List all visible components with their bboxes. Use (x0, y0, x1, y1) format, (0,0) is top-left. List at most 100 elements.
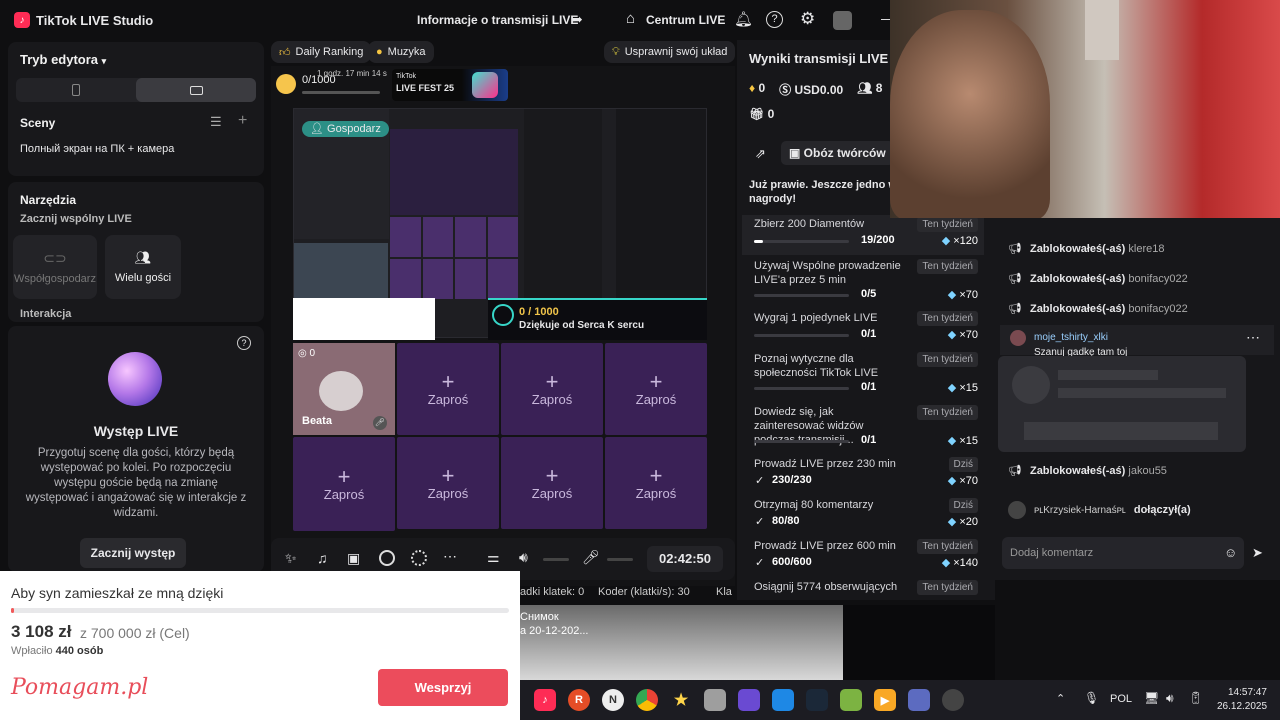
gear-icon[interactable]: ⚙ (800, 9, 815, 29)
mic-slider[interactable] (607, 558, 633, 561)
clock-date[interactable]: 26.12.2025 (1217, 701, 1267, 712)
editor-mode-toggle[interactable]: Tryb edytora ▾ (20, 52, 106, 67)
star-app-icon[interactable]: ★ (670, 689, 692, 711)
guest-tile[interactable]: ◎ 0 Beata 🎤︎ (293, 343, 395, 435)
improve-layout-button[interactable]: 💡︎ Usprawnij swój układ (604, 41, 736, 63)
add-scene-icon[interactable]: + (238, 112, 247, 130)
language-indicator[interactable]: POL (1110, 693, 1132, 705)
task-reward-value: ×120 (953, 235, 978, 247)
donors-label: Wpłaciło (11, 645, 53, 657)
scene-item[interactable]: Полный экран на ПК + камера (20, 143, 174, 155)
help-icon[interactable]: ? (766, 11, 783, 28)
mic-off-icon[interactable]: 🎤︎ (373, 416, 387, 430)
blocked-user[interactable]: bonifacy022 (1128, 273, 1187, 285)
comment-username[interactable]: moje_tshirty_xlki (1034, 332, 1108, 343)
bell-icon[interactable]: 🔔︎ (734, 10, 753, 28)
network-icon[interactable]: 🖥︎ (1144, 691, 1159, 705)
comment-input[interactable]: Dodaj komentarz ☺ (1002, 537, 1244, 569)
tiktok-app-icon[interactable]: ♪ (534, 689, 556, 711)
user-avatar (1008, 501, 1026, 519)
invite-slot[interactable]: + Zaproś (397, 343, 499, 435)
task-item[interactable]: Osiągnij 5774 obserwujących Ten tydzień (742, 578, 984, 618)
task-item[interactable]: Prowadź LIVE przez 600 min Ten tydzień ✓ 60… (742, 537, 984, 577)
battery-icon[interactable]: 🔋︎ (1188, 691, 1203, 705)
list-icon[interactable]: ☰ (210, 114, 222, 130)
app-n-icon[interactable]: N (602, 689, 624, 711)
settings-sliders-icon[interactable]: ⚌ (487, 549, 500, 566)
task-badge: Ten tydzień (917, 217, 978, 232)
emoji-icon[interactable]: ☺ (1224, 545, 1237, 560)
invite-slot[interactable]: + Zaproś (605, 343, 707, 435)
growth-icon[interactable]: ⇗ (755, 146, 766, 162)
tab-daily-ranking[interactable]: 👍︎ Daily Ranking (271, 41, 372, 63)
gem-icon: ◆ (941, 235, 951, 247)
cohost-button[interactable]: ⊂⊃ Współgospodarz (13, 235, 97, 299)
blocked-user[interactable]: bonifacy022 (1128, 303, 1187, 315)
chrome-icon[interactable] (636, 689, 658, 711)
volume-slider[interactable] (543, 558, 569, 561)
chevron-up-icon[interactable]: ⌃ (1056, 692, 1065, 705)
multi-guest-button[interactable]: 👥︎ Wielu gości (105, 235, 181, 299)
invite-slot[interactable]: + Zaproś (397, 437, 499, 529)
obs-icon[interactable] (942, 689, 964, 711)
guest-count: ◎ 0 (298, 348, 316, 359)
music-note-icon[interactable]: ♫ (317, 550, 328, 566)
task-item[interactable]: Prowadź LIVE przez 230 min Dziś ✓ 230/230 ◆ … (742, 455, 984, 495)
magic-wand-icon[interactable]: ✨︎ (285, 550, 297, 567)
task-progress-bar (754, 294, 849, 297)
live-fest-banner: TikTok LIVE FEST 25 (392, 69, 508, 101)
volume-icon[interactable]: 🔊︎ (1166, 691, 1174, 706)
blocked-user[interactable]: jakou55 (1128, 465, 1167, 477)
heart-icon (492, 304, 514, 326)
more-icon[interactable]: ⋯ (443, 548, 457, 565)
speaker-icon[interactable]: 🔊︎ (519, 549, 528, 566)
app-r-icon[interactable]: R (568, 689, 590, 711)
stream-info-link[interactable]: Informacje o transmisji LIVE (417, 13, 578, 27)
microphone-icon[interactable]: 🎤︎ (582, 549, 600, 566)
task-item[interactable]: Otrzymaj 80 komentarzy Dziś ✓ 80/80 ◆ ×20 (742, 496, 984, 536)
player-app-icon[interactable]: ▶ (874, 689, 896, 711)
task-item[interactable]: Wygraj 1 pojedynek LIVE Ten tydzień 0/1 ◆ ×… (742, 309, 984, 349)
task-item[interactable]: Zbierz 200 Diamentów Ten tydzień 19/200 ◆ ×… (742, 215, 984, 255)
dropped-frames: adki klatek: 0 (520, 586, 585, 598)
blocked-user[interactable]: klere18 (1128, 243, 1164, 255)
joined-text: dołączył(a) (1133, 504, 1191, 516)
invite-slot[interactable]: + Zaproś (605, 437, 707, 529)
clock-time[interactable]: 14:57:47 (1228, 687, 1267, 698)
editor-app-icon[interactable] (738, 689, 760, 711)
send-icon[interactable]: ➤ (1252, 545, 1263, 561)
avatar[interactable] (833, 11, 852, 30)
task-item[interactable]: Używaj Wspólne prowadzenie LIVE'a przez … (742, 257, 984, 301)
share-icon[interactable]: ➦ (571, 11, 583, 28)
tab-music[interactable]: ● Muzyka (368, 41, 434, 63)
record-icon[interactable] (379, 550, 395, 566)
support-button[interactable]: Wesprzyj (378, 669, 508, 706)
invite-slot[interactable]: + Zaproś (293, 437, 395, 531)
creator-camp-button[interactable]: ▣ Obóz twórców (781, 141, 894, 165)
help-icon[interactable]: ? (237, 336, 251, 350)
home-icon[interactable]: ⌂ (626, 10, 635, 27)
task-item[interactable]: Poznaj wytyczne dla społeczności TikTok … (742, 350, 984, 394)
minecraft-icon[interactable] (840, 689, 862, 711)
joint-live-title: Zacznij wspólny LIVE (20, 213, 132, 225)
start-performance-button[interactable]: Zacznij występ (80, 538, 186, 568)
portrait-mode-button[interactable] (16, 78, 136, 102)
teams-icon[interactable] (908, 689, 930, 711)
invite-slot[interactable]: + Zaproś (501, 437, 603, 529)
joined-username[interactable]: ᴘʟKrzysiek-Harnaśᴘʟ (1034, 505, 1126, 516)
task-progress: 80/80 (772, 515, 800, 527)
box-app-icon[interactable] (704, 689, 726, 711)
mic-tray-icon[interactable]: 🎙︎ (1084, 691, 1099, 705)
steam-icon[interactable] (806, 689, 828, 711)
task-item[interactable]: Dowiedz się, jak zainteresować widzów po… (742, 403, 984, 447)
live-center-link[interactable]: Centrum LIVE (646, 13, 725, 27)
chat-comment-highlight[interactable]: moje_tshirty_xlki Szanuj gadkę tam toj ⋯ (1000, 325, 1274, 358)
invite-slot[interactable]: + Zaproś (501, 343, 603, 435)
media-icon[interactable]: ▣ (347, 550, 360, 567)
more-options-icon[interactable]: ⋯ (1246, 329, 1260, 346)
plus-icon: + (337, 463, 351, 489)
landscape-mode-button[interactable] (136, 78, 256, 102)
nested-grid (390, 217, 518, 299)
photos-app-icon[interactable] (772, 689, 794, 711)
effects-icon[interactable] (411, 550, 427, 566)
